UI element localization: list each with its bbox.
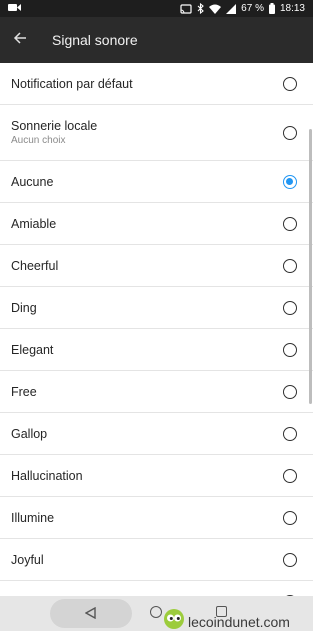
radio-button[interactable] bbox=[283, 258, 297, 273]
arrow-left-icon bbox=[13, 31, 27, 50]
radio-button[interactable] bbox=[283, 468, 297, 483]
radio-button[interactable] bbox=[283, 125, 297, 140]
wifi-icon bbox=[209, 4, 222, 14]
radio-button[interactable] bbox=[283, 216, 297, 231]
radio-button[interactable] bbox=[283, 510, 297, 525]
watermark: lecoindunet.com bbox=[163, 608, 290, 631]
list-item-local-ringtone[interactable]: Sonnerie locale Aucun choix bbox=[0, 105, 313, 161]
radio-button-selected[interactable] bbox=[283, 174, 297, 189]
list-item-amiable[interactable]: Amiable bbox=[0, 203, 313, 245]
nav-home-icon[interactable] bbox=[150, 606, 162, 618]
bluetooth-icon bbox=[197, 3, 204, 14]
back-button[interactable] bbox=[0, 17, 40, 63]
list-item-elegant[interactable]: Elegant bbox=[0, 329, 313, 371]
radio-button[interactable] bbox=[283, 552, 297, 567]
radio-button[interactable] bbox=[283, 384, 297, 399]
list-item-label: Joyful bbox=[11, 552, 44, 567]
list-item-label: Aucune bbox=[11, 174, 54, 189]
list-item-sublabel: Aucun choix bbox=[11, 135, 66, 146]
list-item-illumine[interactable]: Illumine bbox=[0, 497, 313, 539]
page-title: Signal sonore bbox=[52, 32, 138, 48]
video-camera-icon bbox=[8, 3, 21, 15]
status-bar: 67 % 18:13 bbox=[0, 0, 313, 17]
cast-icon bbox=[180, 3, 192, 14]
radio-button[interactable] bbox=[283, 342, 297, 357]
list-item-partial[interactable] bbox=[0, 581, 313, 596]
list-item-free[interactable]: Free bbox=[0, 371, 313, 413]
status-icons: 67 % 18:13 bbox=[180, 3, 305, 14]
list-item-label: Ding bbox=[11, 300, 37, 315]
list-item-label: Free bbox=[11, 384, 37, 399]
radio-button[interactable] bbox=[283, 426, 297, 441]
list-item-gallop[interactable]: Gallop bbox=[0, 413, 313, 455]
battery-percent: 67 % bbox=[241, 3, 264, 14]
list-item-cheerful[interactable]: Cheerful bbox=[0, 245, 313, 287]
list-item-notification-default[interactable]: Notification par défaut bbox=[0, 63, 313, 105]
list-item-label: Hallucination bbox=[11, 468, 83, 483]
list-item-label: Notification par défaut bbox=[11, 76, 133, 91]
radio-button[interactable] bbox=[283, 300, 297, 315]
list-item-label: Amiable bbox=[11, 216, 57, 231]
scrollbar[interactable] bbox=[309, 129, 312, 404]
list-item-label: Cheerful bbox=[11, 258, 59, 273]
nav-back-icon[interactable] bbox=[84, 606, 96, 624]
radio-button[interactable] bbox=[283, 76, 297, 91]
list-item-none[interactable]: Aucune bbox=[0, 161, 313, 203]
sound-list: Notification par défaut Sonnerie locale … bbox=[0, 63, 313, 596]
list-item-label: Elegant bbox=[11, 342, 54, 357]
battery-icon bbox=[268, 3, 275, 14]
list-item-ding[interactable]: Ding bbox=[0, 287, 313, 329]
list-item-label: Sonnerie locale bbox=[11, 119, 98, 133]
list-item-label: Gallop bbox=[11, 426, 48, 441]
list-item-label: Illumine bbox=[11, 510, 55, 525]
app-bar: Signal sonore bbox=[0, 17, 313, 63]
signal-icon bbox=[226, 3, 237, 14]
watermark-text: lecoindunet.com bbox=[188, 613, 290, 630]
clock: 18:13 bbox=[279, 3, 305, 14]
list-item-hallucination[interactable]: Hallucination bbox=[0, 455, 313, 497]
watermark-logo-icon bbox=[163, 608, 185, 631]
list-item-joyful[interactable]: Joyful bbox=[0, 539, 313, 581]
